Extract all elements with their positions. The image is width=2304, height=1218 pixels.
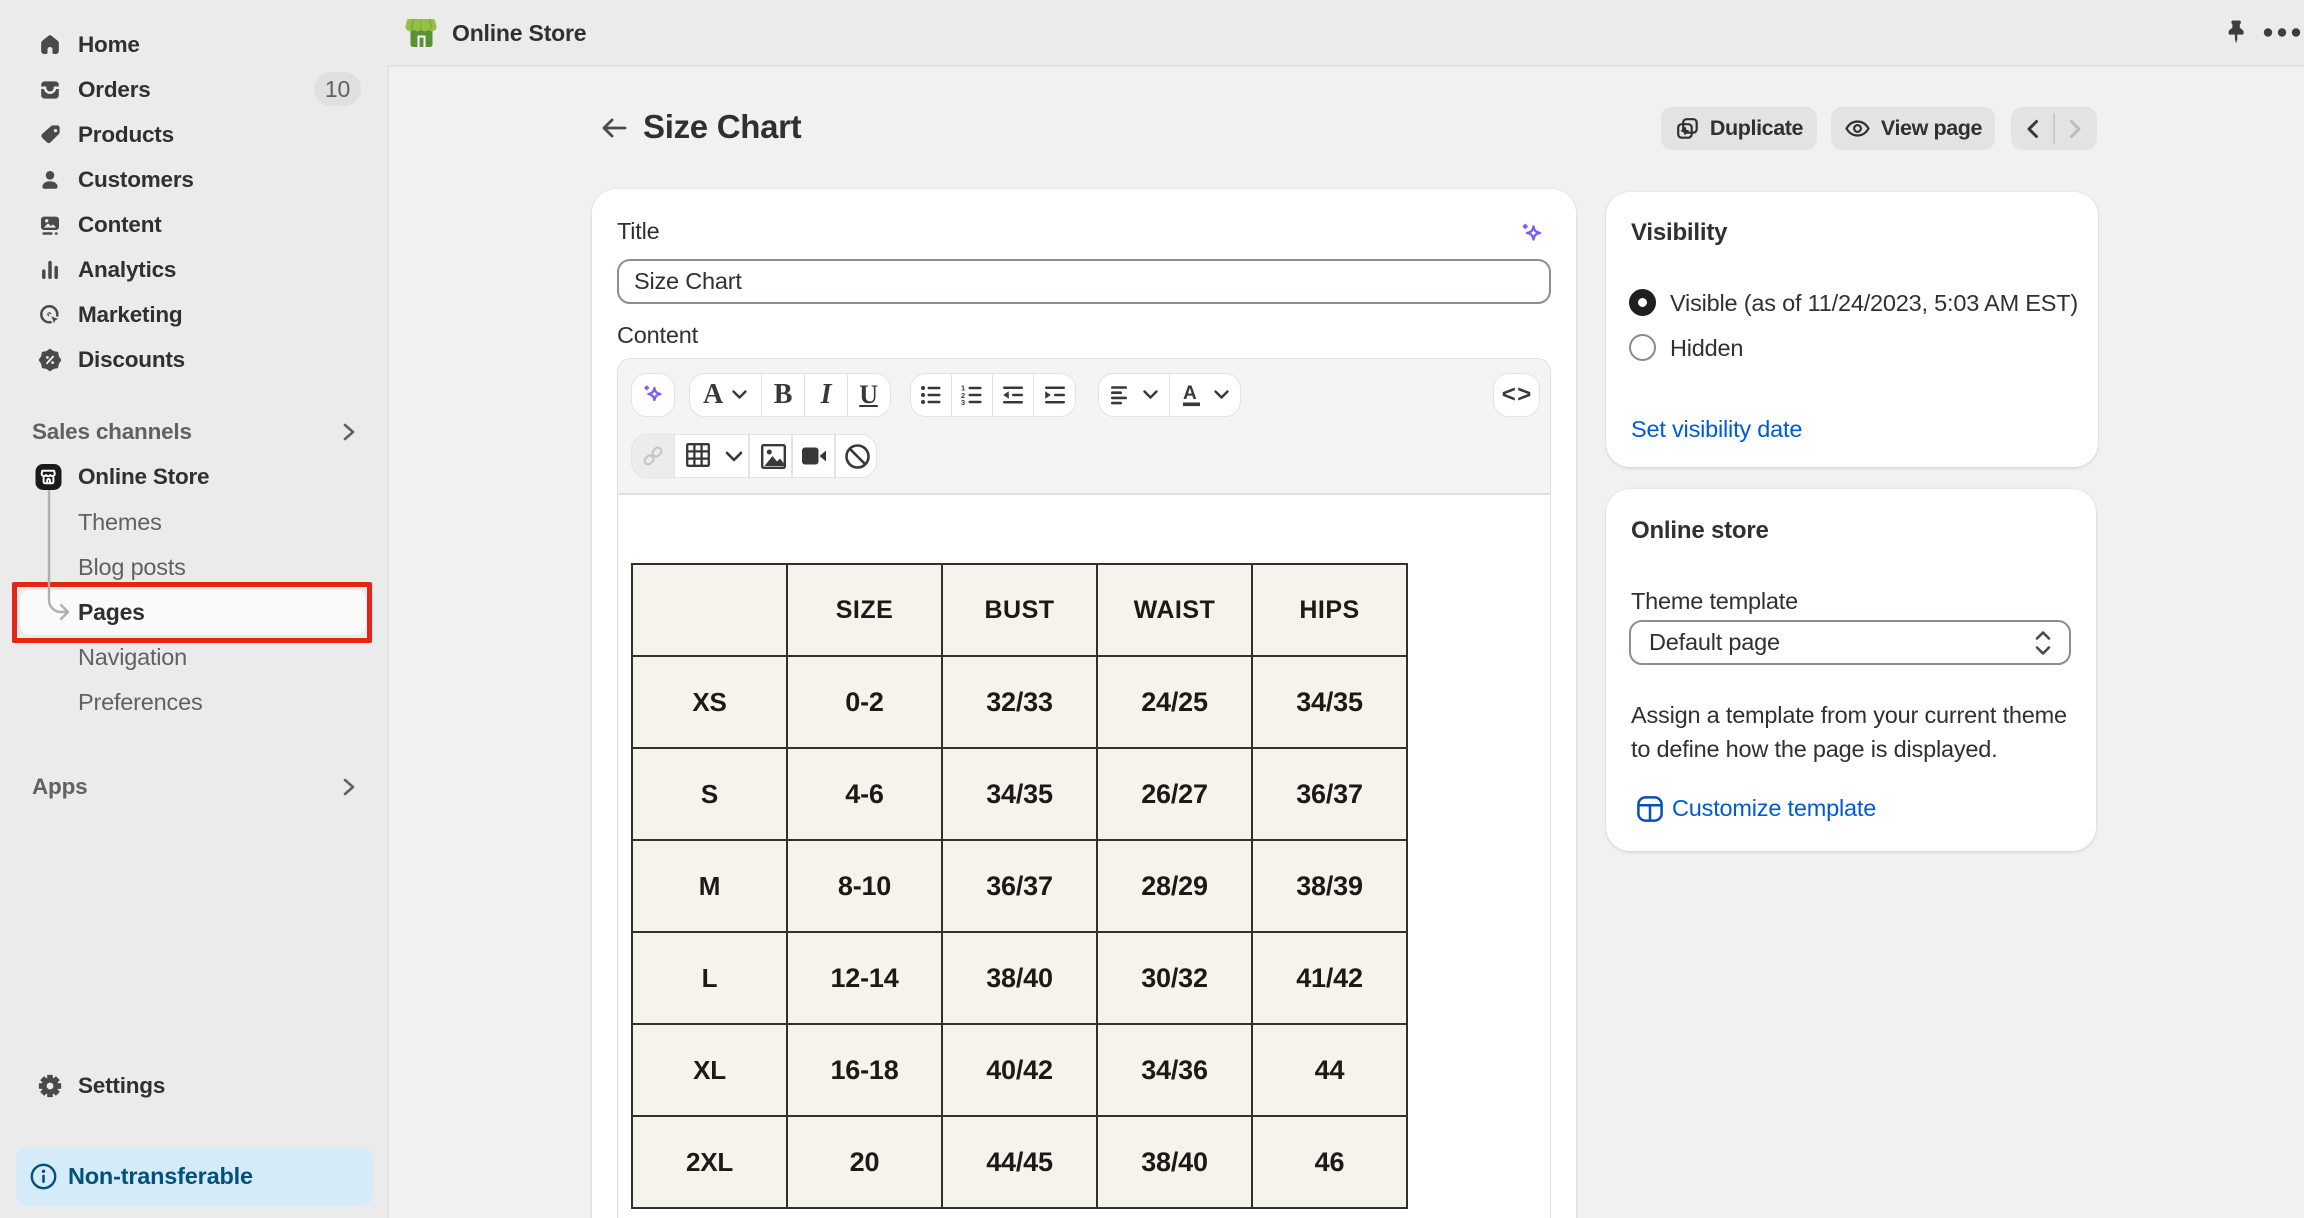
svg-text:A: A — [1183, 383, 1197, 404]
svg-text:3: 3 — [961, 398, 965, 407]
